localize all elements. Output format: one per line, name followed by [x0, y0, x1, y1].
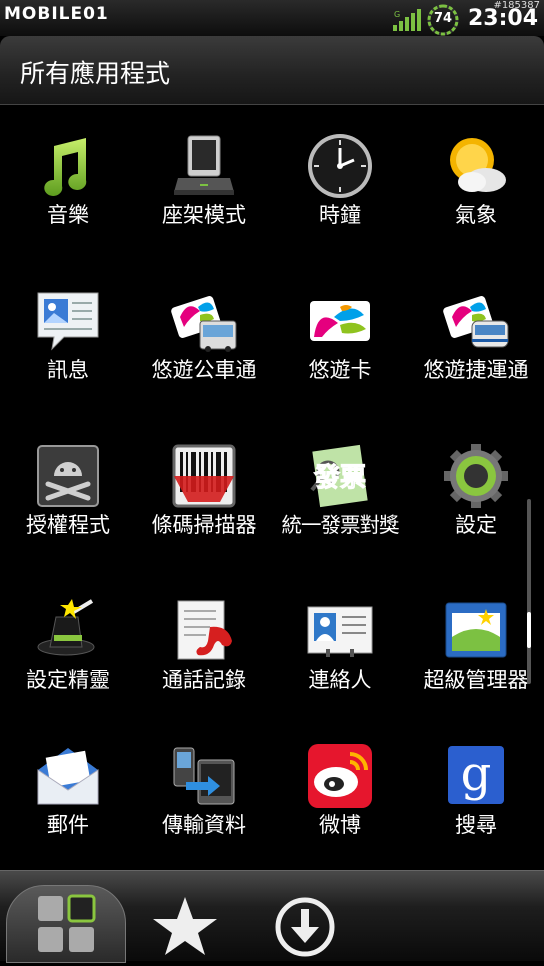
app-item[interactable]: 座架模式 [136, 104, 272, 254]
app-grid: 音樂 座架模式 時鐘 氣象 訊息 悠遊公車通 悠遊卡 悠遊捷運通 授權程式 條碼… [0, 104, 544, 870]
app-label: 音樂 [47, 203, 89, 227]
app-label: 連絡人 [308, 668, 372, 692]
watermark: #185387 [493, 0, 540, 11]
app-item[interactable]: 音樂 [0, 104, 136, 254]
app-label: 統一發票對獎 [281, 513, 400, 537]
svg-text:發票: 發票 [313, 463, 366, 493]
call-log-icon [177, 600, 232, 660]
messages-icon [37, 292, 99, 351]
android-license-icon [37, 445, 99, 507]
app-label: 悠遊公車通 [151, 358, 257, 382]
scrollbar[interactable] [527, 499, 531, 684]
contacts-icon [307, 606, 373, 657]
app-label: 訊息 [47, 358, 89, 382]
app-item[interactable]: 時鐘 [272, 104, 408, 254]
app-item[interactable]: 微博 [272, 714, 408, 864]
mobile01-logo: MOBILE01 [4, 4, 109, 24]
status-bar: MOBILE01 G 74 23:04 #185387 [0, 0, 544, 36]
weather-icon [450, 138, 506, 192]
app-item[interactable]: 設定 [408, 414, 544, 564]
all-apps-button[interactable] [6, 885, 126, 963]
super-manager-icon [445, 602, 507, 658]
app-label: 傳輸資料 [162, 813, 246, 837]
svg-text:G: G [394, 10, 400, 19]
signal-strength-icon: G [393, 9, 421, 31]
app-item[interactable]: 氣象 [408, 104, 544, 254]
easycard-bus-icon [171, 296, 237, 352]
title-bar: 所有應用程式 [0, 36, 544, 105]
app-label: 悠遊捷運通 [423, 358, 529, 382]
app-item[interactable]: 傳輸資料 [136, 714, 272, 864]
invoice-lottery-icon: 發票 [310, 444, 368, 508]
app-label: 郵件 [47, 813, 89, 837]
app-item[interactable]: 悠遊捷運通 [408, 259, 544, 409]
app-item[interactable]: 通話記錄 [136, 569, 272, 719]
app-item[interactable]: 郵件 [0, 714, 136, 864]
mail-icon [37, 748, 99, 805]
app-label: 氣象 [455, 203, 497, 227]
app-label: 悠遊卡 [308, 358, 372, 382]
svg-text:g: g [461, 746, 492, 802]
barcode-scanner-icon [172, 444, 236, 508]
google-search-icon: g [448, 746, 504, 804]
transfer-data-icon [173, 747, 235, 805]
app-item[interactable]: 超級管理器 [408, 569, 544, 719]
download-icon[interactable] [273, 895, 337, 959]
battery-level: 74 [433, 11, 453, 26]
app-label: 條碼掃描器 [151, 513, 257, 537]
dock-mode-icon [174, 135, 234, 195]
app-label: 設定精靈 [26, 668, 110, 692]
clock-icon [308, 134, 372, 198]
app-label: 超級管理器 [423, 668, 529, 692]
app-label: 搜尋 [455, 813, 497, 837]
app-label: 微博 [319, 813, 361, 837]
app-label: 設定 [455, 513, 497, 537]
app-item[interactable]: 連絡人 [272, 569, 408, 719]
all-apps-icon [38, 894, 96, 952]
app-item[interactable]: 發票 統一發票對獎 [272, 414, 408, 564]
page-title: 所有應用程式 [20, 59, 171, 88]
app-label: 授權程式 [26, 513, 110, 537]
app-item[interactable]: 設定精靈 [0, 569, 136, 719]
bottom-bar [0, 870, 544, 963]
app-item[interactable]: 授權程式 [0, 414, 136, 564]
scrollbar-thumb[interactable] [527, 612, 531, 648]
easycard-icon [310, 301, 370, 341]
app-item[interactable]: g 搜尋 [408, 714, 544, 864]
weibo-icon [308, 744, 372, 808]
app-label: 時鐘 [319, 203, 361, 227]
app-item[interactable]: 訊息 [0, 259, 136, 409]
music-note-icon [44, 138, 87, 196]
app-item[interactable]: 悠遊公車通 [136, 259, 272, 409]
setup-wizard-icon [37, 599, 95, 656]
app-label: 通話記錄 [162, 668, 246, 692]
star-icon[interactable] [150, 895, 220, 957]
settings-gear-icon [444, 444, 508, 508]
app-label: 座架模式 [162, 203, 246, 227]
easycard-metro-icon [443, 296, 509, 348]
app-item[interactable]: 條碼掃描器 [136, 414, 272, 564]
app-item[interactable]: 悠遊卡 [272, 259, 408, 409]
